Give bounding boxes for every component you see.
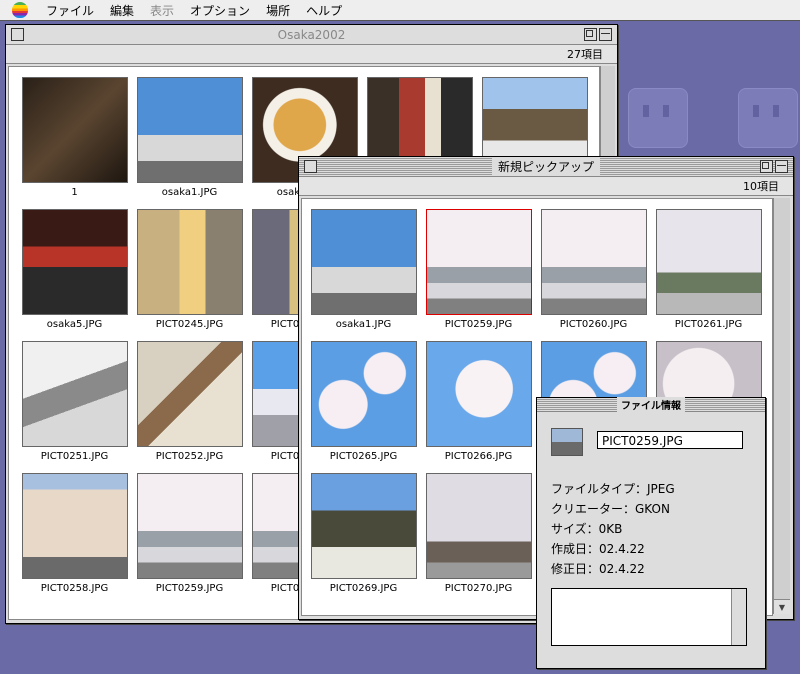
item-count: 27項目 (567, 48, 603, 61)
zoom-box-icon[interactable] (584, 28, 597, 41)
thumbnail-item[interactable]: PICT0261.JPG (651, 209, 766, 341)
desktop-face-icon (738, 88, 798, 148)
thumbnail-label: PICT0259.JPG (444, 319, 513, 330)
thumbnail-label: PICT0265.JPG (329, 451, 398, 462)
thumbnail-item[interactable]: PICT0259.JPG (421, 209, 536, 341)
comment-scrollbar[interactable] (731, 589, 746, 645)
thumbnail-image[interactable] (137, 209, 243, 315)
menu-item[interactable]: ファイル (38, 2, 102, 19)
thumbnail-label: PICT0269.JPG (329, 583, 398, 594)
thumbnail-item[interactable]: 1 (17, 77, 132, 209)
thumbnail-item[interactable]: PICT0260.JPG (536, 209, 651, 341)
main-window-titlebar[interactable]: Osaka2002 (6, 25, 617, 45)
image-file-icon (551, 428, 583, 456)
thumbnail-item[interactable]: PICT0259.JPG (132, 473, 247, 605)
comment-field[interactable] (551, 588, 747, 646)
thumbnail-image[interactable] (22, 77, 128, 183)
thumbnail-label: PICT0261.JPG (674, 319, 743, 330)
thumbnail-image[interactable] (22, 341, 128, 447)
thumbnail-label: PICT0251.JPG (40, 451, 109, 462)
thumbnail-item[interactable]: osaka5.JPG (17, 209, 132, 341)
thumbnail-image[interactable] (137, 77, 243, 183)
creator-label: クリエーター：GKON (551, 502, 670, 516)
menu-item[interactable]: 編集 (102, 2, 142, 19)
menu-item[interactable]: オプション (182, 2, 258, 19)
thumbnail-image[interactable] (137, 473, 243, 579)
modified-date-label: 修正日：02.4.22 (551, 562, 645, 576)
size-label: サイズ：0KB (551, 522, 623, 536)
thumbnail-item[interactable]: PICT0251.JPG (17, 341, 132, 473)
thumbnail-image[interactable] (426, 473, 532, 579)
file-name-field[interactable]: PICT0259.JPG (597, 431, 743, 449)
thumbnail-image[interactable] (311, 209, 417, 315)
pickup-window-scrollbar[interactable]: ▼ (773, 198, 790, 614)
thumbnail-image[interactable] (426, 341, 532, 447)
desktop-face-icon (628, 88, 688, 148)
thumbnail-image[interactable] (426, 209, 532, 315)
thumbnail-label: osaka1.JPG (335, 319, 392, 330)
thumbnail-image[interactable] (656, 209, 762, 315)
thumbnail-image[interactable] (311, 341, 417, 447)
close-box-icon[interactable] (304, 160, 317, 173)
file-info-titlebar[interactable]: ファイル情報 (537, 397, 765, 412)
pickup-window-titlebar[interactable]: 新規ピックアップ (299, 157, 793, 177)
thumbnail-item[interactable]: PICT0252.JPG (132, 341, 247, 473)
thumbnail-label: osaka1.JPG (161, 187, 218, 198)
thumbnail-image[interactable] (311, 473, 417, 579)
main-window-header: 27項目 (6, 45, 617, 64)
menu-item[interactable]: 場所 (258, 2, 298, 19)
thumbnail-image[interactable] (22, 209, 128, 315)
thumbnail-label: PICT0260.JPG (559, 319, 628, 330)
thumbnail-item[interactable]: PICT0270.JPG (421, 473, 536, 605)
thumbnail-item[interactable]: PICT0266.JPG (421, 341, 536, 473)
thumbnail-label: PICT0258.JPG (40, 583, 109, 594)
thumbnail-label: 1 (71, 187, 78, 198)
thumbnail-label: PICT0252.JPG (155, 451, 224, 462)
collapse-box-icon[interactable] (599, 28, 612, 41)
thumbnail-label: osaka5.JPG (46, 319, 103, 330)
collapse-box-icon[interactable] (775, 160, 788, 173)
close-box-icon[interactable] (11, 28, 24, 41)
thumbnail-item[interactable]: osaka1.JPG (306, 209, 421, 341)
main-window-title: Osaka2002 (271, 27, 352, 42)
thumbnail-label: PICT0245.JPG (155, 319, 224, 330)
thumbnail-label: PICT0270.JPG (444, 583, 513, 594)
thumbnail-image[interactable] (541, 209, 647, 315)
created-date-label: 作成日：02.4.22 (551, 542, 645, 556)
apple-menu-icon[interactable] (12, 2, 28, 18)
pickup-window-header: 10項目 (299, 177, 793, 196)
file-info-title: ファイル情報 (617, 397, 685, 412)
thumbnail-item[interactable]: PICT0258.JPG (17, 473, 132, 605)
thumbnail-label: PICT0259.JPG (155, 583, 224, 594)
thumbnail-item[interactable]: PICT0265.JPG (306, 341, 421, 473)
scroll-down-icon[interactable]: ▼ (774, 599, 790, 614)
item-count: 10項目 (743, 180, 779, 193)
file-info-window: ファイル情報 PICT0259.JPG ファイルタイプ：JPEG クリエーター：… (536, 397, 766, 669)
menu-item[interactable]: 表示 (142, 2, 182, 19)
thumbnail-item[interactable]: PICT0245.JPG (132, 209, 247, 341)
thumbnail-item[interactable]: PICT0269.JPG (306, 473, 421, 605)
thumbnail-label: PICT0266.JPG (444, 451, 513, 462)
zoom-box-icon[interactable] (760, 160, 773, 173)
menu-item[interactable]: ヘルプ (298, 2, 350, 19)
thumbnail-item[interactable]: osaka1.JPG (132, 77, 247, 209)
file-type-label: ファイルタイプ：JPEG (551, 482, 675, 496)
pickup-window-title: 新規ピックアップ (491, 158, 600, 175)
thumbnail-image[interactable] (22, 473, 128, 579)
thumbnail-image[interactable] (137, 341, 243, 447)
menu-bar: ファイル 編集 表示 オプション 場所 ヘルプ (0, 0, 800, 21)
